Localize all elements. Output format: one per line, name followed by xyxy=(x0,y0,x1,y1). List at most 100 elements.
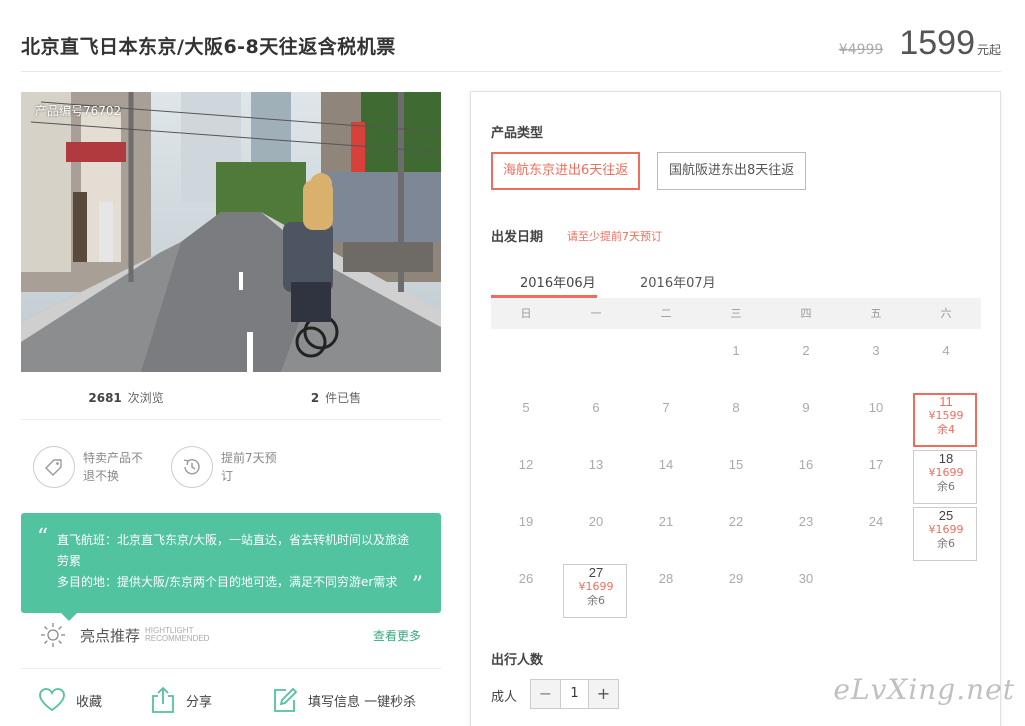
calendar-day: 13 xyxy=(561,448,631,505)
day-number: 27 xyxy=(588,565,604,580)
edit-icon xyxy=(274,687,298,712)
calendar-day: 7 xyxy=(631,391,701,448)
departure-date-title: 出发日期 xyxy=(491,230,544,245)
calendar-day-available[interactable]: 27 ¥1699 余6 xyxy=(561,562,631,619)
weekday-label: 一 xyxy=(590,307,602,320)
day-number: 23 xyxy=(798,514,814,529)
calendar-day: 2 xyxy=(771,334,841,391)
view-count: 2681 次浏览 xyxy=(88,391,164,405)
day-number: 20 xyxy=(588,514,604,529)
view-more-link[interactable]: 查看更多 xyxy=(373,627,421,644)
day-price: ¥1699 xyxy=(928,523,964,536)
calendar-day: 30 xyxy=(771,562,841,619)
favorite-button[interactable]: 收藏 xyxy=(38,687,150,713)
weekday-label: 二 xyxy=(660,307,672,320)
calendar-day: 12 xyxy=(491,448,561,505)
calendar-week-row: 26 27 ¥1699 余6 28 29 30 xyxy=(491,562,981,619)
day-number: 19 xyxy=(518,514,534,529)
day-number: 5 xyxy=(522,400,530,415)
tab-month-june[interactable]: 2016年06月 xyxy=(520,272,596,291)
calendar-day: 5 xyxy=(491,391,561,448)
day-number: 6 xyxy=(592,400,600,415)
day-number: 16 xyxy=(798,457,814,472)
action-bar: 收藏 分享 填写信息 一键秒杀 xyxy=(38,686,438,714)
calendar-empty-cell xyxy=(561,334,631,391)
calendar-day-available[interactable]: 25 ¥1699 余6 xyxy=(911,505,981,562)
calendar-day-selected[interactable]: 11 ¥1599 余4 xyxy=(911,391,981,448)
product-code: 产品编号76702 xyxy=(35,104,122,118)
price-unit: 元起 xyxy=(976,43,1001,57)
weekday-label: 日 xyxy=(520,307,532,320)
fill-info-button[interactable]: 填写信息 一键秒杀 xyxy=(272,687,416,713)
calendar-week-row: 1 2 3 4 xyxy=(491,334,981,391)
day-number: 15 xyxy=(728,457,744,472)
highlight-title: 亮点推荐 xyxy=(80,626,141,645)
highlight-box: “ 直飞航班：北京直飞东京/大阪，一站直达，省去转机时间以及旅途劳累 多目的地：… xyxy=(21,513,441,613)
calendar-day: 22 xyxy=(701,505,771,562)
weekday-label: 五 xyxy=(870,307,882,320)
calendar-empty-cell xyxy=(491,334,561,391)
watermark: eLvXing.net xyxy=(833,673,1015,706)
tab-month-july[interactable]: 2016年07月 xyxy=(640,272,716,291)
day-price: ¥1599 xyxy=(928,409,964,422)
product-type-option-1[interactable]: 海航东京进出6天往返 xyxy=(491,152,641,190)
highlight-subtitle: HIGHTLIGHT RECOMMENDED xyxy=(145,626,210,643)
booking-panel: 产品类型 海航东京进出6天往返 国航阪进东出8天往返 出发日期 请至少提前7天预… xyxy=(470,91,1001,726)
highlight-divider xyxy=(21,668,441,669)
tag-no-refund: 特卖产品不退不换 xyxy=(33,446,171,488)
calendar-day: 28 xyxy=(631,562,701,619)
highlight-line-1: 直飞航班：北京直飞东京/大阪，一站直达，省去转机时间以及旅途劳累 xyxy=(57,533,410,568)
day-remaining: 余6 xyxy=(937,480,955,493)
calendar-day: 16 xyxy=(771,448,841,505)
product-stats: 2681 次浏览 2 件已售 xyxy=(21,380,441,420)
header-divider xyxy=(21,71,1001,72)
service-tags: 特卖产品不退不换 提前7天预订 xyxy=(33,446,309,488)
day-number: 1 xyxy=(732,343,740,358)
adult-count-value[interactable]: 1 xyxy=(560,680,589,708)
product-type-option-2[interactable]: 国航阪进东出8天往返 xyxy=(657,152,807,190)
day-number: 11 xyxy=(939,394,953,409)
price-tag-icon xyxy=(33,446,75,488)
day-number: 30 xyxy=(798,571,814,586)
calendar-week-row: 5 6 7 8 9 10 11 ¥1599 余4 xyxy=(491,391,981,448)
weekday-header: 日 一 二 三 四 五 六 xyxy=(491,298,981,329)
increment-button[interactable]: + xyxy=(589,680,618,708)
decrement-button[interactable]: − xyxy=(531,680,560,708)
day-price: ¥1699 xyxy=(928,466,964,479)
day-number: 29 xyxy=(728,571,744,586)
booking-note: 请至少提前7天预订 xyxy=(567,230,662,243)
product-photo[interactable]: 产品编号76702 xyxy=(21,92,441,372)
calendar-day: 10 xyxy=(841,391,911,448)
sun-icon xyxy=(41,623,65,647)
weekday-label: 三 xyxy=(730,307,742,320)
day-number: 3 xyxy=(872,343,880,358)
day-number: 10 xyxy=(868,400,884,415)
current-price: 1599 xyxy=(899,24,975,62)
share-button[interactable]: 分享 xyxy=(150,686,272,714)
day-number: 24 xyxy=(868,514,884,529)
share-icon xyxy=(152,686,174,713)
day-remaining: 余6 xyxy=(937,537,955,550)
day-number: 26 xyxy=(518,571,534,586)
calendar-day-available[interactable]: 18 ¥1699 余6 xyxy=(911,448,981,505)
day-number: 17 xyxy=(868,457,884,472)
close-quote-icon: ” xyxy=(411,573,423,598)
calendar-day: 4 xyxy=(911,334,981,391)
day-number: 4 xyxy=(942,343,950,358)
day-number: 13 xyxy=(588,457,604,472)
calendar-day: 29 xyxy=(701,562,771,619)
calendar-day: 1 xyxy=(701,334,771,391)
calendar-day: 15 xyxy=(701,448,771,505)
traveler-count-title: 出行人数 xyxy=(491,653,544,668)
street-scene-image xyxy=(21,92,441,372)
day-price: ¥1699 xyxy=(578,580,614,593)
calendar-day: 14 xyxy=(631,448,701,505)
day-remaining: 余6 xyxy=(587,594,605,607)
day-number: 21 xyxy=(658,514,674,529)
day-number: 25 xyxy=(938,508,954,523)
calendar-day: 26 xyxy=(491,562,561,619)
calendar-day: 20 xyxy=(561,505,631,562)
calendar-empty-cell xyxy=(631,334,701,391)
weekday-label: 六 xyxy=(940,307,952,320)
calendar-day: 6 xyxy=(561,391,631,448)
